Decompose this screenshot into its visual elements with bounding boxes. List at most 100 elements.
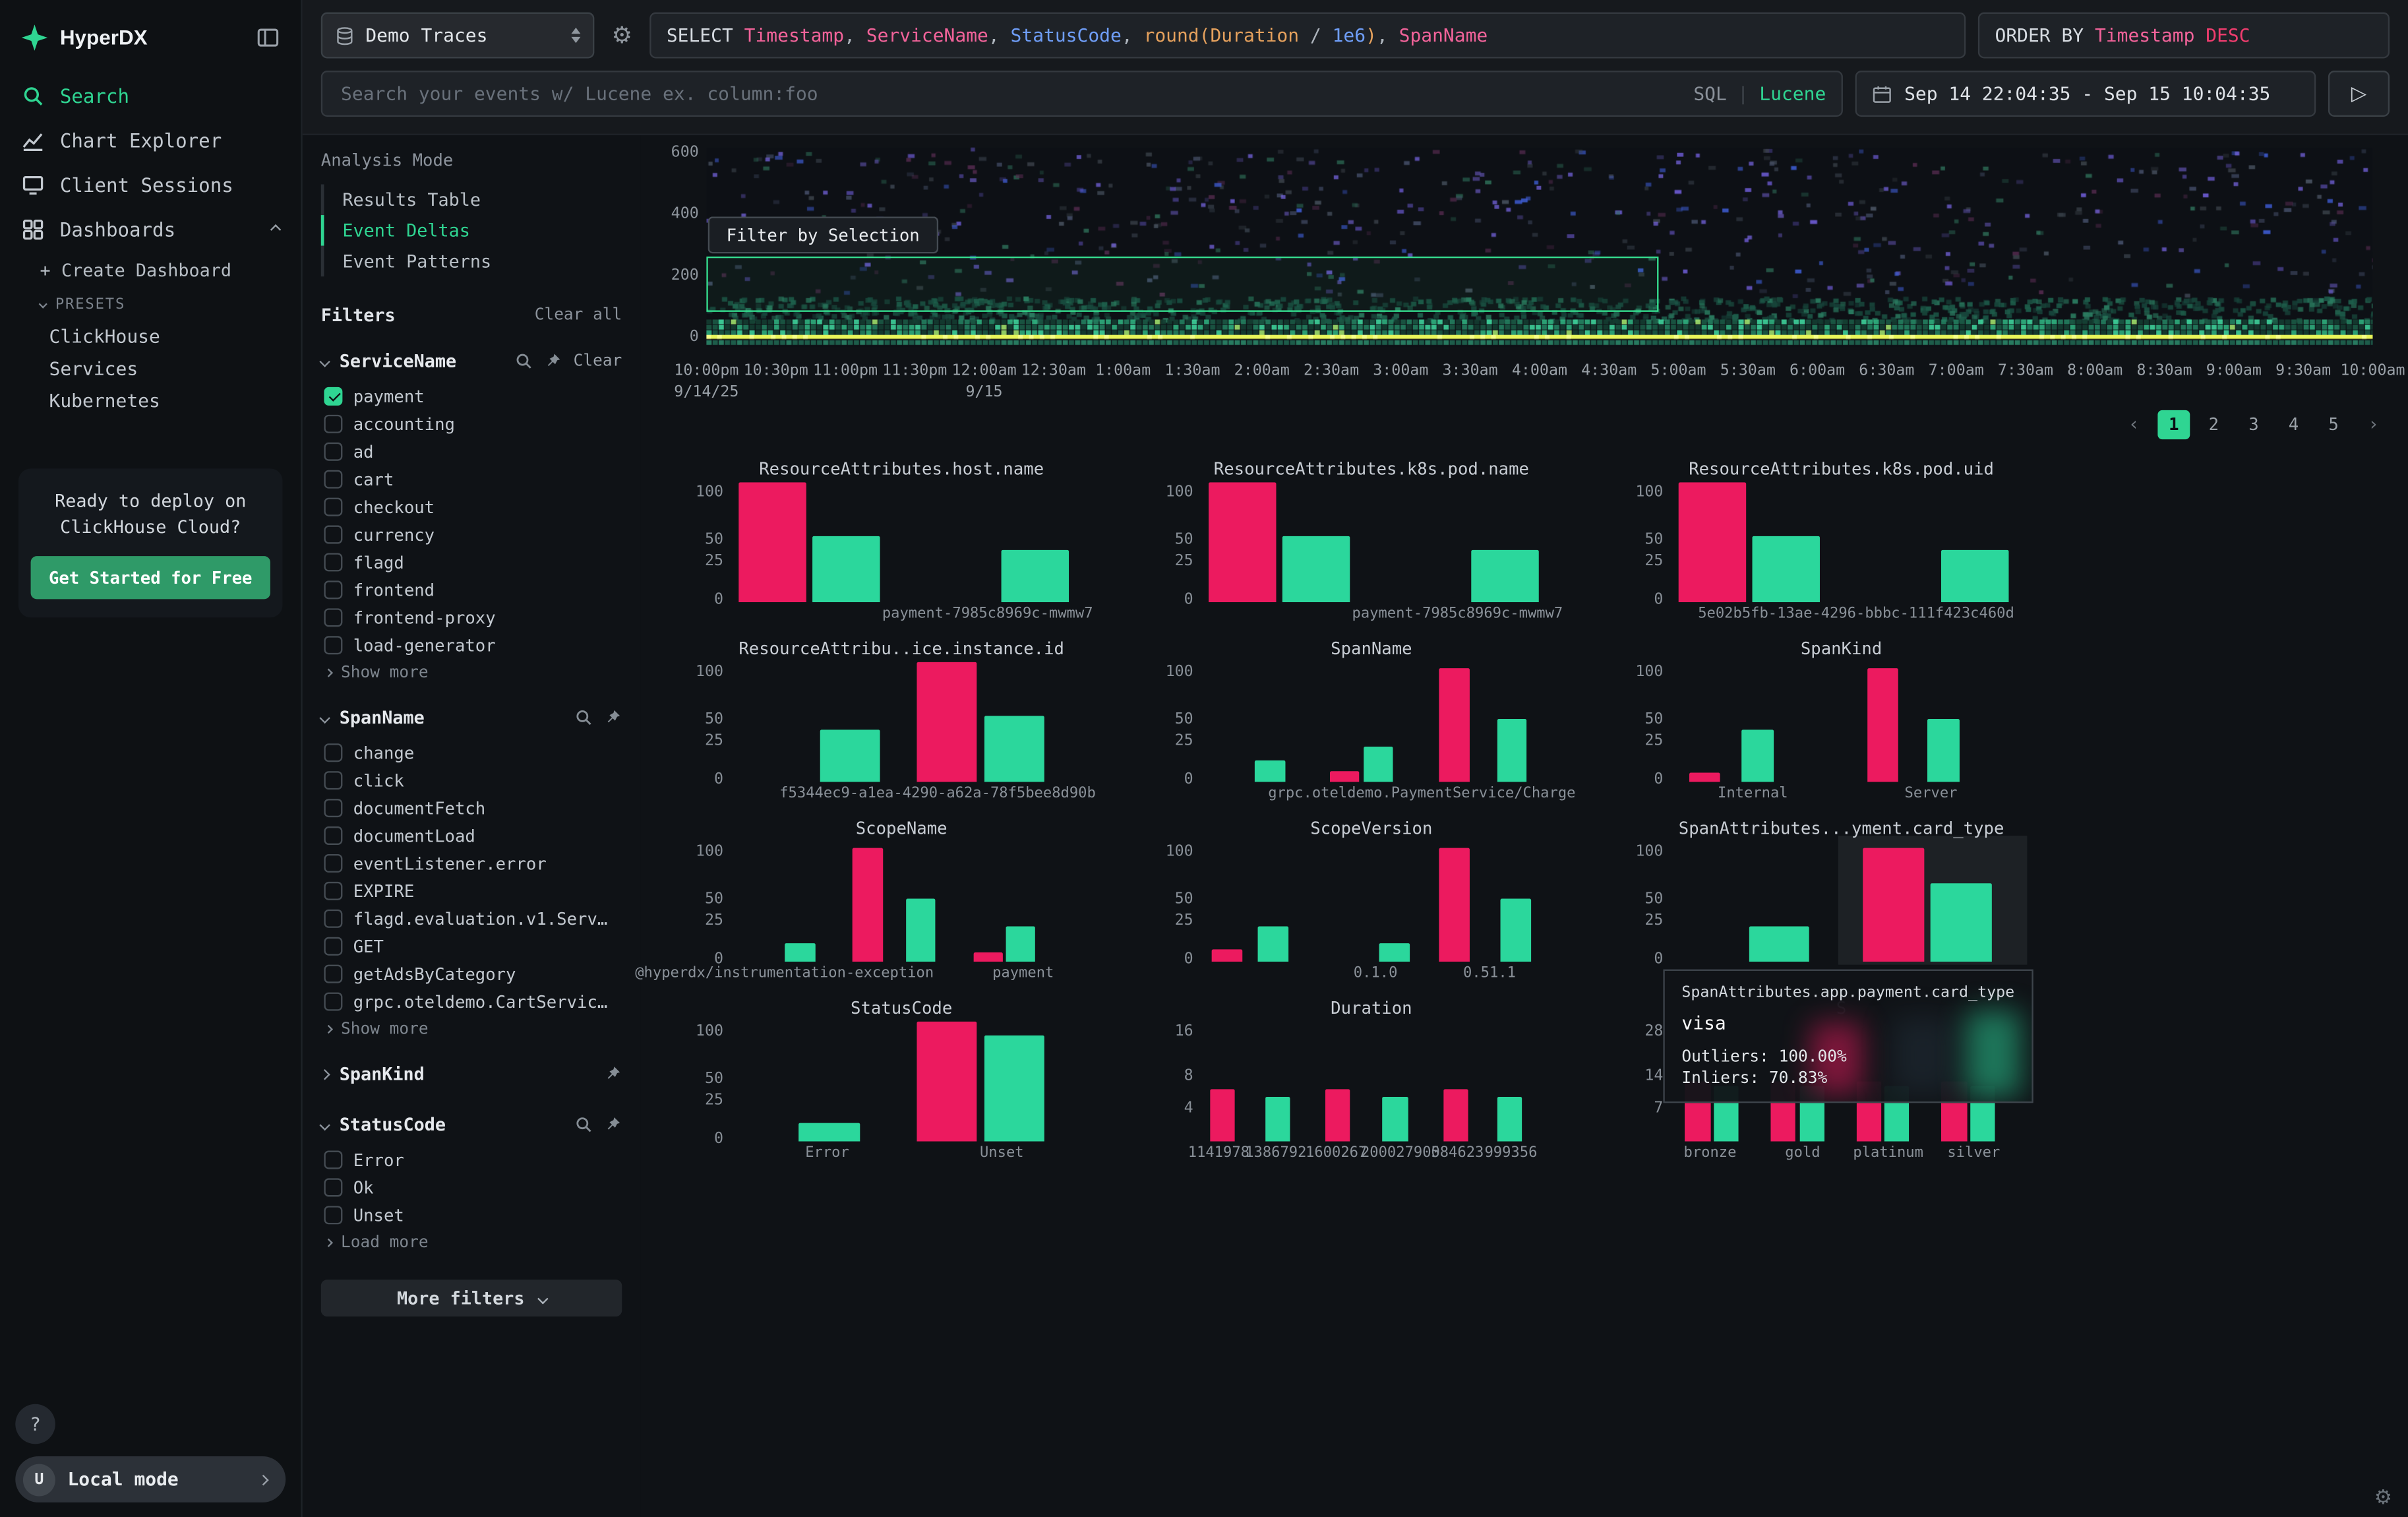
search-input[interactable] bbox=[338, 81, 1693, 106]
create-dashboard-button[interactable]: +Create Dashboard bbox=[0, 252, 301, 289]
analysis-mode-event-deltas[interactable]: Event Deltas bbox=[321, 215, 622, 246]
filter-option[interactable]: flagd.evaluation.v1.Serv… bbox=[321, 905, 622, 933]
search-icon[interactable] bbox=[574, 708, 593, 727]
show-more-button[interactable]: Show more bbox=[321, 1020, 622, 1039]
inlier-bar[interactable] bbox=[1254, 760, 1284, 782]
chart-plot[interactable] bbox=[1671, 842, 2027, 962]
checkbox[interactable] bbox=[324, 965, 342, 983]
pagination-prev-button[interactable]: ‹ bbox=[2118, 410, 2150, 439]
filter-option[interactable]: Ok bbox=[321, 1173, 622, 1201]
pagination-page-3[interactable]: 3 bbox=[2237, 410, 2270, 439]
more-filters-button[interactable]: More filters bbox=[321, 1280, 622, 1316]
inlier-bar[interactable] bbox=[1497, 720, 1527, 782]
inlier-bar[interactable] bbox=[1742, 729, 1774, 782]
checkbox[interactable] bbox=[324, 882, 342, 900]
checkbox[interactable] bbox=[324, 743, 342, 762]
filter-group-header[interactable]: ServiceNameClear bbox=[321, 346, 622, 377]
filter-option[interactable]: documentLoad bbox=[321, 822, 622, 850]
outlier-bar[interactable] bbox=[1443, 1089, 1468, 1141]
inlier-bar[interactable] bbox=[785, 944, 815, 962]
pagination-page-2[interactable]: 2 bbox=[2198, 410, 2230, 439]
pagination-page-4[interactable]: 4 bbox=[2277, 410, 2310, 439]
chart-plot[interactable] bbox=[1671, 482, 2027, 602]
pin-icon[interactable] bbox=[603, 1115, 622, 1134]
outlier-bar[interactable] bbox=[1689, 772, 1721, 782]
sidebar-preset-services[interactable]: Services bbox=[0, 352, 301, 384]
chart-plot[interactable] bbox=[1201, 662, 1557, 782]
outlier-bar[interactable] bbox=[1210, 1089, 1235, 1141]
outlier-bar[interactable] bbox=[1329, 771, 1360, 782]
source-select[interactable]: Demo Traces bbox=[321, 13, 595, 59]
checkbox[interactable] bbox=[324, 553, 342, 571]
filter-clear-button[interactable]: Clear bbox=[574, 352, 622, 370]
checkbox[interactable] bbox=[324, 608, 342, 627]
sidebar-item-dashboards[interactable]: Dashboards bbox=[0, 207, 301, 252]
filter-option[interactable]: cart bbox=[321, 466, 622, 493]
checkbox[interactable] bbox=[324, 1178, 342, 1196]
checkbox[interactable] bbox=[324, 1150, 342, 1169]
order-by-input[interactable]: ORDER BY Timestamp DESC bbox=[1978, 13, 2390, 59]
help-button[interactable]: ? bbox=[15, 1404, 55, 1444]
filter-group-header[interactable]: SpanKind bbox=[321, 1059, 622, 1090]
show-more-button[interactable]: Load more bbox=[321, 1233, 622, 1252]
inlier-bar[interactable] bbox=[1927, 720, 1960, 782]
inlier-bar[interactable] bbox=[1942, 549, 2010, 602]
filter-option[interactable]: change bbox=[321, 739, 622, 766]
chart-plot[interactable] bbox=[1671, 662, 2027, 782]
inlier-bar[interactable] bbox=[798, 1123, 859, 1141]
filter-option[interactable]: documentFetch bbox=[321, 794, 622, 822]
pagination-next-button[interactable]: › bbox=[2357, 410, 2390, 439]
outlier-bar[interactable] bbox=[1867, 668, 1899, 782]
filter-option[interactable]: eventListener.error bbox=[321, 850, 622, 877]
run-query-button[interactable]: ▷ bbox=[2328, 71, 2390, 117]
outlier-bar[interactable] bbox=[1325, 1089, 1350, 1141]
get-started-button[interactable]: Get Started for Free bbox=[31, 556, 270, 599]
clear-all-button[interactable]: Clear all bbox=[535, 305, 622, 324]
search-icon[interactable] bbox=[515, 352, 533, 370]
chart-plot[interactable] bbox=[1201, 842, 1557, 962]
source-settings-gear-icon[interactable]: ⚙ bbox=[607, 22, 638, 49]
sidebar-preset-kubernetes[interactable]: Kubernetes bbox=[0, 384, 301, 416]
outlier-bar[interactable] bbox=[852, 848, 882, 962]
filter-group-header[interactable]: SpanName bbox=[321, 702, 622, 733]
heatmap-selection[interactable] bbox=[706, 257, 1658, 312]
checkbox[interactable] bbox=[324, 526, 342, 544]
sidebar-item-search[interactable]: Search bbox=[0, 74, 301, 119]
inlier-bar[interactable] bbox=[1258, 926, 1288, 962]
inlier-bar[interactable] bbox=[1472, 549, 1540, 602]
checkbox[interactable] bbox=[324, 937, 342, 956]
pin-icon[interactable] bbox=[603, 708, 622, 727]
filter-option[interactable]: frontend bbox=[321, 576, 622, 604]
local-mode-pill[interactable]: U Local mode bbox=[15, 1456, 286, 1502]
sql-select-input[interactable]: SELECT Timestamp, ServiceName, StatusCod… bbox=[649, 13, 1966, 59]
pagination-page-5[interactable]: 5 bbox=[2318, 410, 2350, 439]
sidebar-preset-clickhouse[interactable]: ClickHouse bbox=[0, 319, 301, 352]
checkbox[interactable] bbox=[324, 580, 342, 599]
filter-option[interactable]: ad bbox=[321, 438, 622, 466]
filter-option[interactable]: load-generator bbox=[321, 631, 622, 659]
inlier-bar[interactable] bbox=[905, 900, 936, 962]
checkbox[interactable] bbox=[324, 636, 342, 654]
lang-sql-toggle[interactable]: SQL bbox=[1693, 83, 1727, 105]
chart-plot[interactable] bbox=[731, 1022, 1087, 1142]
filter-option[interactable]: EXPIRE bbox=[321, 877, 622, 905]
inlier-bar[interactable] bbox=[1283, 536, 1351, 602]
inlier-bar[interactable] bbox=[1753, 536, 1821, 602]
inlier-bar[interactable] bbox=[1500, 900, 1530, 962]
outlier-bar[interactable] bbox=[1678, 482, 1746, 602]
filter-option[interactable]: accounting bbox=[321, 410, 622, 438]
checkbox[interactable] bbox=[324, 910, 342, 928]
inlier-bar[interactable] bbox=[1363, 746, 1393, 782]
sidebar-item-chart-explorer[interactable]: Chart Explorer bbox=[0, 118, 301, 163]
checkbox[interactable] bbox=[324, 415, 342, 433]
filter-option[interactable]: checkout bbox=[321, 493, 622, 521]
outlier-bar[interactable] bbox=[917, 1022, 977, 1142]
sidebar-item-client-sessions[interactable]: Client Sessions bbox=[0, 163, 301, 208]
chart-plot[interactable] bbox=[731, 842, 1087, 962]
inlier-bar[interactable] bbox=[1383, 1096, 1408, 1141]
filter-option[interactable]: Unset bbox=[321, 1201, 622, 1229]
chart-plot[interactable] bbox=[731, 662, 1087, 782]
filter-option[interactable]: payment bbox=[321, 383, 622, 410]
filter-group-header[interactable]: StatusCode bbox=[321, 1109, 622, 1140]
inlier-bar[interactable] bbox=[1265, 1096, 1290, 1141]
